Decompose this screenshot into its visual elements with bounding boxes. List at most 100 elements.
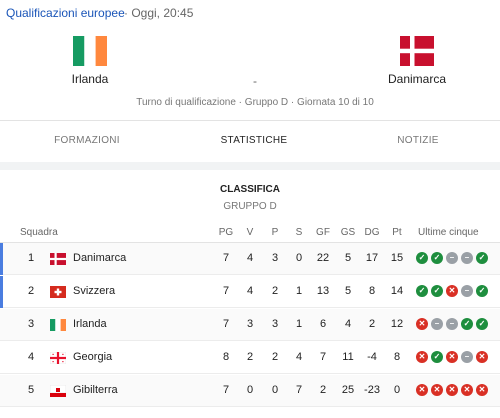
tab-statistiche[interactable]: STATISTICHE xyxy=(214,135,294,146)
row-p: 2 xyxy=(271,351,279,363)
row-position: 3 xyxy=(27,318,35,330)
win-icon[interactable]: ✓ xyxy=(431,285,443,297)
home-team[interactable]: Irlanda xyxy=(35,36,145,86)
row-v: 4 xyxy=(246,252,254,264)
loss-icon[interactable]: ✕ xyxy=(431,384,443,396)
away-team-name: Danimarca xyxy=(387,72,447,86)
row-pt: 0 xyxy=(393,384,401,396)
loss-icon[interactable]: ✕ xyxy=(416,351,428,363)
row-s: 4 xyxy=(295,351,303,363)
col-header-gs: GS xyxy=(340,227,356,238)
row-p: 2 xyxy=(271,285,279,297)
row-gs: 25 xyxy=(341,384,355,396)
row-dg: 17 xyxy=(365,252,379,264)
row-position: 1 xyxy=(27,252,35,264)
row-pt: 8 xyxy=(393,351,401,363)
qualification-marker xyxy=(0,243,3,275)
col-header-pt: Pt xyxy=(392,227,402,238)
row-p: 3 xyxy=(271,252,279,264)
row-team-name: Svizzera xyxy=(73,285,116,297)
row-pt: 12 xyxy=(390,318,404,330)
table-row[interactable]: 1 Danimarca 7 4 3 0 22 5 17 15 ✓ ✓ – – ✓ xyxy=(0,243,500,275)
recent-form: ✓ ✓ – – ✓ xyxy=(416,252,488,264)
georgia-flag-icon xyxy=(49,351,67,369)
row-p: 3 xyxy=(271,318,279,330)
ireland-flag-icon xyxy=(73,36,107,66)
row-gf: 2 xyxy=(319,384,327,396)
row-team-name: Danimarca xyxy=(73,252,127,264)
draw-icon[interactable]: – xyxy=(461,285,473,297)
row-pg: 7 xyxy=(222,285,230,297)
section-separator xyxy=(0,162,500,170)
row-dg: -4 xyxy=(367,351,377,363)
tab-notizie[interactable]: NOTIZIE xyxy=(388,135,448,146)
row-gf: 7 xyxy=(319,351,327,363)
win-icon[interactable]: ✓ xyxy=(431,351,443,363)
recent-form: ✕ ✕ ✕ ✕ ✕ xyxy=(416,384,488,396)
col-header-p: P xyxy=(271,227,279,238)
win-icon[interactable]: ✓ xyxy=(476,285,488,297)
row-gs: 5 xyxy=(344,252,352,264)
row-v: 4 xyxy=(246,285,254,297)
away-team[interactable]: Danimarca xyxy=(362,36,472,86)
row-team-name: Irlanda xyxy=(73,318,107,330)
row-pg: 7 xyxy=(222,384,230,396)
standings-group: GRUPPO D xyxy=(223,201,277,212)
draw-icon[interactable]: – xyxy=(446,318,458,330)
loss-icon[interactable]: ✕ xyxy=(446,351,458,363)
loss-icon[interactable]: ✕ xyxy=(416,318,428,330)
loss-icon[interactable]: ✕ xyxy=(446,285,458,297)
row-pg: 7 xyxy=(222,252,230,264)
draw-icon[interactable]: – xyxy=(461,252,473,264)
row-v: 2 xyxy=(246,351,254,363)
table-row[interactable]: 4 Georgia 8 2 2 4 7 11 -4 8 ✕ ✓ ✕ – ✕ xyxy=(0,342,500,374)
row-dg: 2 xyxy=(368,318,376,330)
table-row[interactable]: 5 Gibilterra 7 0 0 7 2 25 -23 0 ✕ ✕ ✕ ✕ ✕ xyxy=(0,375,500,407)
row-s: 0 xyxy=(295,252,303,264)
draw-icon[interactable]: – xyxy=(431,318,443,330)
col-header-v: V xyxy=(246,227,254,238)
row-gs: 4 xyxy=(344,318,352,330)
win-icon[interactable]: ✓ xyxy=(416,252,428,264)
denmark-flag-icon xyxy=(50,252,66,270)
row-gf: 22 xyxy=(316,252,330,264)
loss-icon[interactable]: ✕ xyxy=(476,351,488,363)
ireland-flag-icon xyxy=(50,318,66,336)
row-team-name: Gibilterra xyxy=(73,384,118,396)
win-icon[interactable]: ✓ xyxy=(416,285,428,297)
row-s: 1 xyxy=(295,285,303,297)
loss-icon[interactable]: ✕ xyxy=(416,384,428,396)
tab-formazioni[interactable]: FORMAZIONI xyxy=(52,135,122,146)
loss-icon[interactable]: ✕ xyxy=(446,384,458,396)
draw-icon[interactable]: – xyxy=(461,351,473,363)
match-header-bar: Qualificazioni europee · Oggi, 20:45 xyxy=(0,0,500,26)
denmark-flag-icon xyxy=(400,36,434,66)
win-icon[interactable]: ✓ xyxy=(431,252,443,264)
competition-link[interactable]: Qualificazioni europee xyxy=(6,6,125,20)
row-pt: 15 xyxy=(390,252,404,264)
win-icon[interactable]: ✓ xyxy=(461,318,473,330)
loss-icon[interactable]: ✕ xyxy=(461,384,473,396)
recent-form: ✕ ✓ ✕ – ✕ xyxy=(416,351,488,363)
win-icon[interactable]: ✓ xyxy=(476,252,488,264)
match-score: - xyxy=(253,74,257,88)
row-gf: 13 xyxy=(316,285,330,297)
row-position: 4 xyxy=(27,351,35,363)
win-icon[interactable]: ✓ xyxy=(476,318,488,330)
loss-icon[interactable]: ✕ xyxy=(476,384,488,396)
col-header-pg: PG xyxy=(218,227,234,238)
row-position: 2 xyxy=(27,285,35,297)
table-row[interactable]: 3 Irlanda 7 3 3 1 6 4 2 12 ✕ – – ✓ ✓ xyxy=(0,309,500,341)
col-header-team: Squadra xyxy=(20,227,58,238)
row-pt: 14 xyxy=(390,285,404,297)
row-s: 1 xyxy=(295,318,303,330)
row-s: 7 xyxy=(295,384,303,396)
table-row[interactable]: 2 Svizzera 7 4 2 1 13 5 8 14 ✓ ✓ ✕ – ✓ xyxy=(0,276,500,308)
col-header-dg: DG xyxy=(364,227,380,238)
draw-icon[interactable]: – xyxy=(446,252,458,264)
row-gs: 11 xyxy=(342,351,354,363)
qualification-marker xyxy=(0,276,3,308)
row-pg: 7 xyxy=(222,318,230,330)
row-v: 3 xyxy=(246,318,254,330)
row-v: 0 xyxy=(246,384,254,396)
